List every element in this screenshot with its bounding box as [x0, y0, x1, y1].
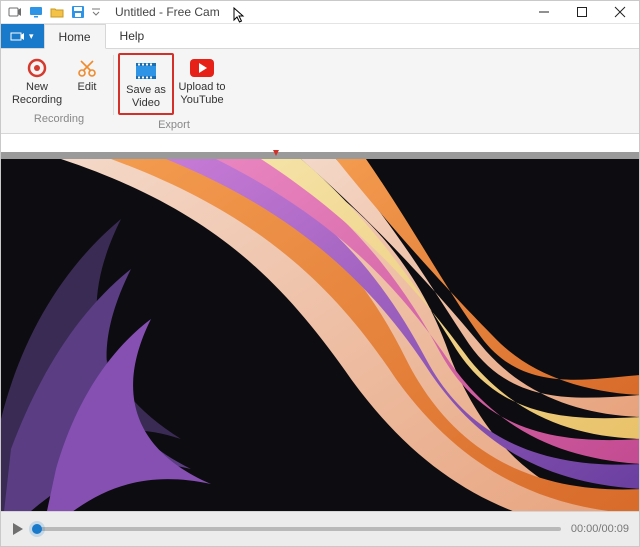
youtube-icon — [190, 57, 214, 79]
ribbon-tabs: ▾ Home Help — [1, 24, 639, 49]
open-icon[interactable] — [49, 4, 65, 20]
qat-dropdown-icon[interactable] — [91, 4, 101, 20]
seek-knob[interactable] — [32, 524, 42, 534]
time-total: 00:09 — [601, 523, 629, 535]
scissors-icon — [77, 57, 97, 79]
close-button[interactable] — [601, 1, 639, 23]
preview-area — [1, 134, 639, 511]
monitor-icon[interactable] — [28, 4, 44, 20]
ribbon: New Recording Edit Recording — [1, 49, 639, 134]
app-window: Untitled - Free Cam ▾ Home Help — [0, 0, 640, 547]
time-current: 00:00 — [571, 523, 599, 535]
new-recording-label: New Recording — [12, 81, 62, 106]
save-as-video-label: Save as Video — [124, 84, 168, 109]
seek-track[interactable] — [35, 527, 561, 531]
minimize-button[interactable] — [525, 1, 563, 23]
group-export: Save as Video Upload to YouTube Export — [114, 53, 234, 131]
tab-help-label: Help — [120, 29, 145, 43]
preview-top-bar — [1, 152, 639, 159]
app-icon — [7, 4, 23, 20]
tab-home-label: Home — [59, 30, 91, 44]
file-tab[interactable]: ▾ — [1, 24, 44, 48]
play-button[interactable] — [11, 522, 25, 536]
group-export-title: Export — [158, 119, 190, 131]
selection-highlight: Save as Video — [118, 53, 174, 115]
new-recording-button[interactable]: New Recording — [9, 53, 65, 109]
group-recording: New Recording Edit Recording — [5, 53, 113, 125]
save-as-video-button[interactable]: Save as Video — [121, 56, 171, 112]
file-tab-icon — [11, 30, 25, 42]
window-controls — [525, 1, 639, 23]
time-display: 00:00/00:09 — [571, 523, 629, 535]
save-icon[interactable] — [70, 4, 86, 20]
video-frame-art — [1, 159, 639, 511]
window-title: Untitled - Free Cam — [107, 5, 220, 19]
film-icon — [135, 60, 157, 82]
title-bar: Untitled - Free Cam — [1, 1, 639, 24]
chevron-down-icon: ▾ — [29, 31, 34, 42]
video-canvas[interactable] — [1, 159, 639, 511]
edit-button[interactable]: Edit — [65, 53, 109, 109]
upload-youtube-label: Upload to YouTube — [177, 81, 227, 106]
record-icon — [26, 57, 48, 79]
tab-help[interactable]: Help — [106, 24, 159, 48]
group-recording-title: Recording — [34, 113, 84, 125]
upload-youtube-button[interactable]: Upload to YouTube — [174, 53, 230, 115]
marker-icon — [273, 150, 279, 156]
maximize-button[interactable] — [563, 1, 601, 23]
edit-label: Edit — [78, 81, 97, 94]
quick-access-toolbar — [1, 4, 107, 20]
playback-bar: 00:00/00:09 — [1, 511, 639, 546]
tab-home[interactable]: Home — [44, 24, 106, 49]
